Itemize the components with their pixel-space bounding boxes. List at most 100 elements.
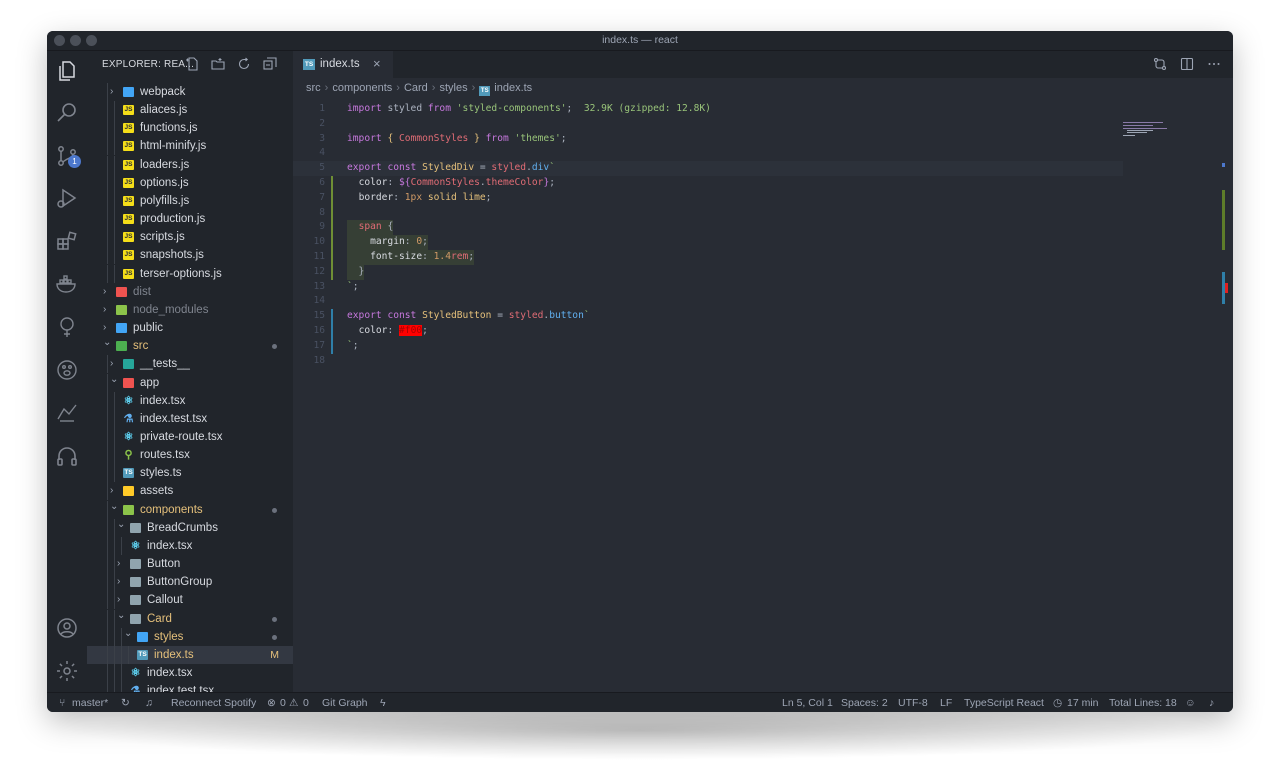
reconnect-spotify-button[interactable]: Reconnect Spotify: [171, 697, 256, 709]
new-folder-icon[interactable]: [211, 57, 225, 71]
split-editor-icon[interactable]: [1180, 57, 1194, 71]
code-token: :: [387, 324, 400, 336]
new-file-icon[interactable]: [185, 57, 199, 71]
more-actions-icon[interactable]: [1207, 57, 1221, 71]
git-branch[interactable]: master*: [72, 697, 108, 709]
source-control-icon[interactable]: 1: [55, 144, 81, 168]
language-mode[interactable]: TypeScript React: [964, 697, 1044, 709]
breadcrumb-item-styles[interactable]: styles: [439, 82, 467, 94]
tree-folder[interactable]: ⌄ app: [87, 371, 293, 392]
breadcrumb-item-index-ts[interactable]: index.ts: [494, 82, 532, 94]
tree-folder[interactable]: › dist: [87, 283, 293, 301]
live-share-icon[interactable]: [55, 401, 79, 425]
code-token: color: [358, 324, 388, 336]
tree-file[interactable]: JS production.js: [87, 210, 293, 229]
javascript-file-icon: JS: [123, 232, 134, 243]
refresh-explorer-icon[interactable]: [237, 57, 251, 71]
tree-file[interactable]: JS functions.js: [87, 119, 293, 138]
indent-guide: [114, 191, 115, 210]
tree-folder[interactable]: › public: [87, 319, 293, 337]
tree-file[interactable]: TS index.ts M: [87, 645, 293, 664]
code-token: ;: [422, 324, 428, 336]
code-line: 4: [293, 146, 1173, 161]
time-tracker[interactable]: 17 min: [1067, 697, 1099, 709]
javascript-file-icon: JS: [123, 141, 134, 152]
tree-file[interactable]: JS html-minify.js: [87, 137, 293, 156]
tree-file[interactable]: JS polyfills.js: [87, 191, 293, 210]
chevron-right-icon[interactable]: ›: [110, 83, 120, 101]
extensions-icon[interactable]: [55, 229, 79, 253]
git-graph-button[interactable]: Git Graph: [322, 697, 368, 709]
run-debug-icon[interactable]: [55, 186, 79, 210]
code-token: :: [393, 191, 405, 203]
tab-index-ts[interactable]: TS index.ts ×: [293, 51, 393, 78]
account-icon[interactable]: [55, 616, 79, 640]
code-text: color: #f00;: [347, 324, 428, 339]
breadcrumb-item-components[interactable]: components: [332, 82, 392, 94]
tree-file[interactable]: JS loaders.js: [87, 155, 293, 174]
tree-file[interactable]: ⚛ index.tsx: [87, 664, 293, 682]
breadcrumb-item-card[interactable]: Card: [404, 82, 428, 94]
close-tab-icon[interactable]: ×: [373, 56, 381, 71]
tree-folder[interactable]: › node_modules: [87, 301, 293, 319]
indentation[interactable]: Spaces: 2: [841, 697, 888, 709]
headphones-icon[interactable]: [55, 444, 79, 468]
indent-guide: [107, 246, 108, 265]
sync-icon[interactable]: ↻: [121, 697, 130, 709]
search-icon[interactable]: [55, 101, 79, 125]
cursor-position[interactable]: Ln 5, Col 1: [782, 697, 833, 709]
tree-file[interactable]: ⚗ index.test.tsx: [87, 409, 293, 428]
chevron-right-icon[interactable]: ›: [117, 555, 127, 573]
tree-folder[interactable]: ⌄ styles: [87, 625, 293, 646]
chevron-down-icon[interactable]: ⌄: [110, 498, 120, 516]
breadcrumb-item-src[interactable]: src: [306, 82, 321, 94]
tree-file[interactable]: JS options.js: [87, 173, 293, 192]
open-changes-icon[interactable]: [1153, 57, 1167, 71]
chevron-down-icon[interactable]: ⌄: [117, 607, 127, 625]
chevron-down-icon[interactable]: ⌄: [124, 625, 134, 643]
javascript-file-icon: JS: [123, 250, 134, 261]
warning-count[interactable]: 0: [303, 697, 309, 709]
paw-icon[interactable]: [55, 358, 79, 382]
tree-file[interactable]: JS scripts.js: [87, 228, 293, 247]
settings-gear-icon[interactable]: [55, 659, 79, 683]
indent-guide: [107, 210, 108, 229]
tree-folder[interactable]: ⌄ BreadCrumbs: [87, 516, 293, 537]
chevron-down-icon[interactable]: ⌄: [110, 371, 120, 389]
chevron-down-icon[interactable]: ⌄: [117, 516, 127, 534]
encoding[interactable]: UTF-8: [898, 697, 928, 709]
tree-file[interactable]: ⚛ index.tsx: [87, 536, 293, 555]
tree-folder[interactable]: › webpack: [87, 83, 293, 101]
code-token: =: [491, 310, 509, 322]
indent-guide: [107, 664, 108, 682]
tree-view-icon[interactable]: [55, 315, 79, 339]
notifications-bell-icon[interactable]: ♪: [1209, 697, 1214, 709]
code-editor[interactable]: 1 import styled from 'styled-components';…: [293, 102, 1173, 368]
tree-folder[interactable]: ⌄ src: [87, 337, 293, 355]
tree-file[interactable]: ⚛ private-route.tsx: [87, 427, 293, 446]
error-count[interactable]: 0: [280, 697, 286, 709]
chevron-right-icon[interactable]: ›: [117, 573, 127, 591]
tree-file[interactable]: ⚲ routes.tsx: [87, 446, 293, 465]
minimap[interactable]: [1123, 78, 1223, 138]
collapse-all-icon[interactable]: [263, 57, 277, 71]
tree-file[interactable]: JS snapshots.js: [87, 246, 293, 265]
explorer-icon[interactable]: [55, 59, 79, 83]
tree-file[interactable]: JS terser-options.js: [87, 264, 293, 283]
tree-folder[interactable]: › Button: [87, 555, 293, 574]
tree-folder[interactable]: ⌄ Card: [87, 607, 293, 628]
editor-scrollbar[interactable]: [1222, 78, 1233, 692]
docker-icon[interactable]: [55, 272, 79, 296]
tree-file[interactable]: TS styles.ts: [87, 464, 293, 483]
feedback-icon[interactable]: ☺: [1185, 697, 1196, 709]
lightning-icon[interactable]: ϟ: [380, 697, 386, 709]
chevron-right-icon[interactable]: ›: [103, 283, 113, 301]
tree-file[interactable]: JS aliaces.js: [87, 101, 293, 120]
chevron-right-icon[interactable]: ›: [103, 301, 113, 319]
tree-file[interactable]: ⚛ index.tsx: [87, 391, 293, 410]
javascript-file-icon: JS: [123, 159, 134, 170]
end-of-line[interactable]: LF: [940, 697, 952, 709]
tree-folder[interactable]: › ButtonGroup: [87, 573, 293, 592]
branch-icon: ⑂: [59, 697, 66, 709]
chevron-down-icon[interactable]: ⌄: [103, 334, 113, 352]
